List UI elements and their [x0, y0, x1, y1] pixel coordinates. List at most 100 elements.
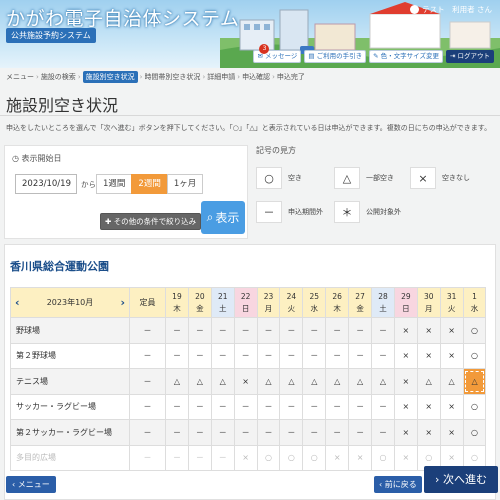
availability-cell[interactable]: △ [439, 368, 464, 395]
day-header: 26 木 [325, 287, 350, 318]
availability-cell[interactable]: △ [325, 368, 350, 395]
availability-cell[interactable]: ○ [462, 317, 487, 344]
day-number: 21 [217, 291, 228, 301]
guide-button[interactable]: ▤ ご利用の手引き [304, 50, 367, 63]
availability-cell: × [393, 444, 418, 471]
availability-cell: － [371, 419, 395, 446]
month-label: 2023年10月 [46, 298, 94, 307]
availability-cell: × [393, 317, 418, 344]
table-header-row: ‹ 2023年10月 › 定員 19 木 20 金 21 土 22 日 23 月 24 火 25 水 26 木… [10, 287, 487, 318]
day-number: 26 [332, 291, 342, 301]
symbol-legend: 記号の見方 ○ 空き △ 一部空き × 空きなし － 申込期間外 ＊ 公開対象外 [254, 145, 496, 239]
availability-cell[interactable]: △ [279, 368, 304, 395]
range-1week-button[interactable]: 1週間 [96, 174, 133, 194]
next-button-label: 次へ進む [442, 473, 487, 486]
availability-cell: － [302, 317, 327, 344]
availability-cell[interactable]: △ [302, 368, 327, 395]
from-label: から [81, 180, 96, 189]
range-1month-button[interactable]: 1ヶ月 [166, 174, 204, 194]
menu-button[interactable]: ‹ メニュー [6, 476, 56, 493]
date-panel: ◷ 表示開始日 2023/10/19 から 1週間 2週間 1ヶ月 ✚ その他の… [4, 145, 248, 239]
site-header: かがわ電子自治体システム 公共施設予約システム テスト 利用者 さん 3 ✉ メ… [0, 0, 500, 68]
availability-cell: × [416, 419, 441, 446]
availability-cell[interactable]: △ [462, 368, 487, 395]
pencil-icon: ✎ [373, 52, 379, 60]
availability-cell[interactable]: ○ [371, 444, 395, 471]
availability-cell[interactable]: ○ [462, 393, 487, 420]
legend-symbol: × [410, 167, 436, 189]
availability-cell: × [439, 342, 464, 369]
availability-cell: × [325, 444, 350, 471]
availability-cell[interactable]: ○ [256, 444, 281, 471]
day-weekday: 月 [424, 303, 433, 313]
day-weekday: 金 [196, 303, 204, 313]
availability-cell: × [393, 368, 418, 395]
table-row: 野球場－－－－－－－－－－－ × × × ○ [10, 317, 487, 344]
availability-cell: × [393, 342, 418, 369]
availability-cell[interactable]: ○ [279, 444, 304, 471]
chevron-left-icon[interactable]: ‹ [15, 296, 20, 309]
facility-name: 香川県総合運動公園 [10, 260, 109, 273]
day-header: 19 木 [165, 287, 189, 318]
availability-cell: － [187, 419, 212, 446]
availability-cell: － [210, 317, 235, 344]
availability-cell[interactable]: △ [416, 368, 441, 395]
logout-button[interactable]: ⇥ ログアウト [445, 50, 494, 63]
legend-label: 空きなし [442, 174, 470, 182]
day-number: 27 [355, 291, 365, 301]
breadcrumb-item-time-slot: 時間帯別空き状況 [144, 73, 201, 81]
availability-cell[interactable]: ○ [462, 419, 487, 446]
back-button[interactable]: ‹ 前に戻る [374, 476, 422, 493]
availability-cell: － [256, 419, 281, 446]
filter-button[interactable]: ✚ その他の条件で絞り込み [100, 213, 202, 230]
day-weekday: 木 [173, 303, 181, 313]
availability-cell[interactable]: △ [187, 368, 212, 395]
breadcrumb-item-complete: 申込完了 [276, 73, 305, 81]
next-button[interactable]: › 次へ進む [424, 466, 498, 493]
legend-item-available: ○ 空き [256, 167, 302, 189]
facility-row-name: 第２野球場 [10, 342, 130, 369]
availability-cell: － [210, 444, 235, 471]
show-button[interactable]: ⌕ 表示 [201, 201, 245, 234]
message-button[interactable]: 3 ✉ メッセージ [253, 44, 302, 63]
day-header: 31 火 [439, 287, 464, 318]
filter-button-label: その他の条件で絞り込み [113, 217, 197, 226]
chevron-right-icon: › [77, 73, 81, 81]
breadcrumb-item-confirm: 申込確認 [242, 73, 271, 81]
availability-cell[interactable]: ○ [462, 342, 487, 369]
availability-cell: － [348, 419, 373, 446]
facility-row-name: 第２サッカー・ラグビー場 [10, 419, 130, 446]
site-title: かがわ電子自治体システム [6, 8, 240, 30]
breadcrumb: メニュー › 施設の検索 › 施設別空き状況 › 時間帯別空き状況 › 詳細申請… [6, 71, 305, 83]
day-header: 30 月 [416, 287, 441, 318]
availability-cell[interactable]: △ [256, 368, 281, 395]
availability-cell[interactable]: △ [210, 368, 235, 395]
range-2week-button[interactable]: 2週間 [131, 174, 168, 194]
availability-cell: － [165, 419, 189, 446]
day-number: 23 [263, 291, 274, 301]
availability-cell: － [256, 393, 281, 420]
availability-cell[interactable]: △ [348, 368, 373, 395]
availability-cell: － [348, 317, 373, 344]
chevron-right-icon: › [237, 73, 241, 81]
legend-item-full: × 空きなし [410, 167, 470, 189]
legend-label: 空き [288, 174, 302, 182]
availability-cell[interactable]: △ [165, 368, 189, 395]
availability-cell: － [279, 419, 304, 446]
availability-cell: － [279, 342, 304, 369]
availability-cell: － [279, 317, 304, 344]
breadcrumb-item-menu[interactable]: メニュー [6, 72, 34, 82]
date-panel-label-text: 表示開始日 [21, 154, 62, 163]
availability-cell[interactable]: △ [371, 368, 395, 395]
breadcrumb-item-search[interactable]: 施設の検索 [41, 72, 76, 82]
day-weekday: 金 [356, 303, 364, 313]
color-size-button[interactable]: ✎ 色・文字サイズ変更 [369, 50, 443, 63]
capacity-cell: － [129, 444, 166, 471]
chevron-right-icon: › [202, 73, 206, 81]
back-button-label: 前に戻る [384, 480, 417, 489]
table-row: 第２野球場－－－－－－－－－－－ × × × ○ [10, 342, 487, 369]
availability-cell: － [210, 419, 235, 446]
availability-cell[interactable]: ○ [302, 444, 327, 471]
chevron-right-icon[interactable]: › [120, 296, 125, 309]
start-date-input[interactable]: 2023/10/19 [15, 174, 77, 194]
